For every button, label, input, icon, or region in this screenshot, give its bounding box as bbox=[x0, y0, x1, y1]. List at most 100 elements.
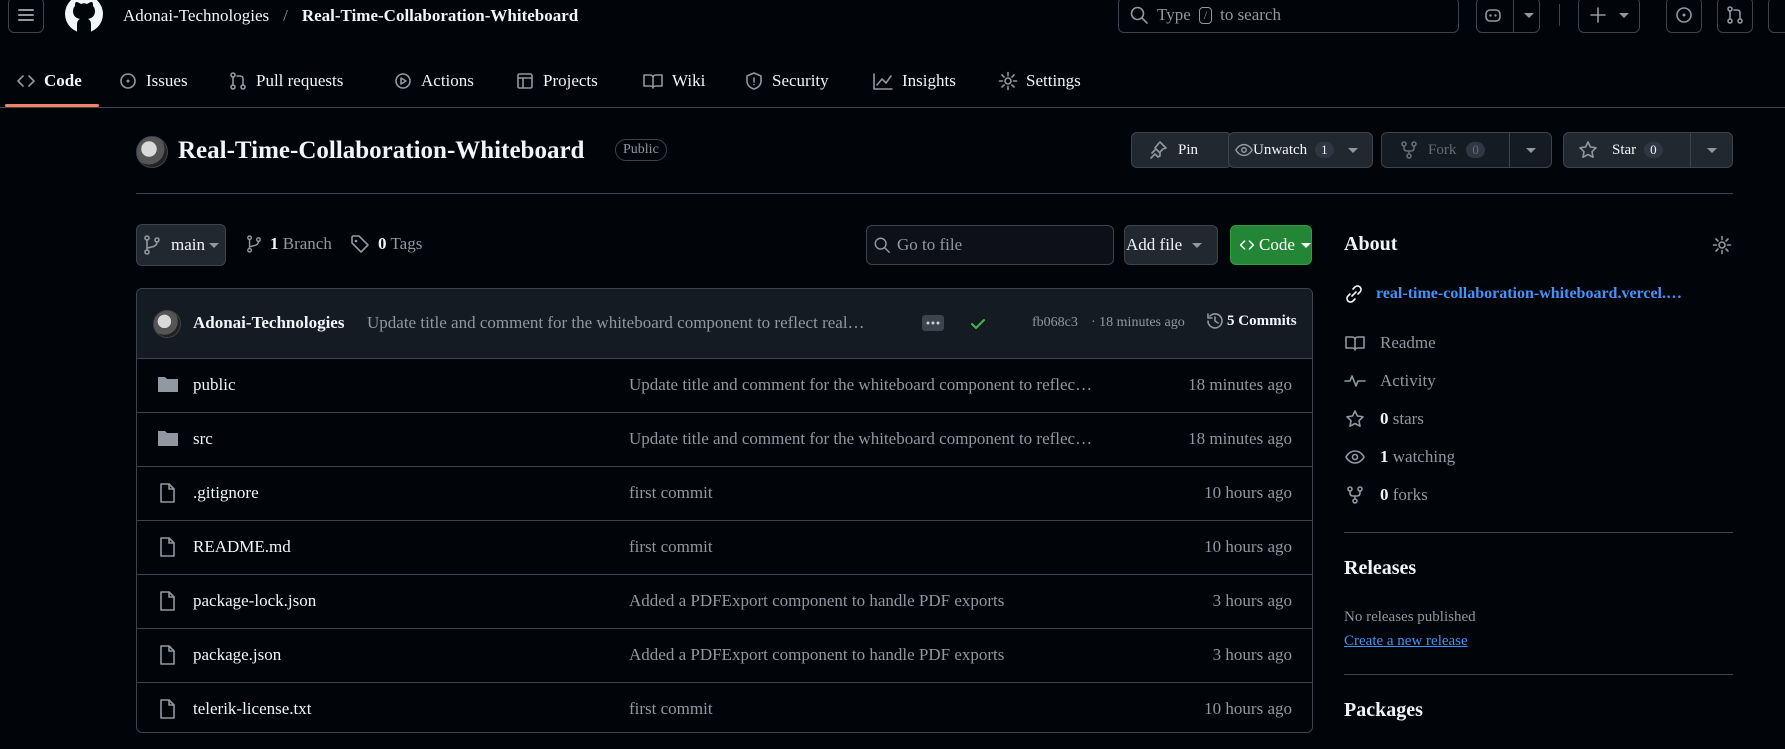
packages-heading[interactable]: Packages bbox=[1344, 699, 1423, 722]
gear-icon[interactable] bbox=[1712, 235, 1732, 255]
chevron-down-icon bbox=[1523, 12, 1534, 18]
file-name[interactable]: src bbox=[193, 429, 213, 449]
commit-author-avatar[interactable] bbox=[153, 310, 181, 338]
readme-label: Readme bbox=[1380, 333, 1436, 352]
add-file-button[interactable]: Add file bbox=[1124, 225, 1218, 265]
pull-request-icon bbox=[1727, 6, 1743, 24]
releases-heading[interactable]: Releases bbox=[1344, 557, 1416, 580]
github-logo[interactable] bbox=[64, 0, 104, 34]
watching-link[interactable]: 1 watching bbox=[1344, 447, 1455, 467]
pin-label: Pin bbox=[1178, 141, 1199, 158]
file-commit-message[interactable]: Update title and comment for the whitebo… bbox=[629, 375, 1129, 395]
fork-dropdown[interactable] bbox=[1509, 133, 1551, 167]
file-row[interactable]: src Update title and comment for the whi… bbox=[137, 413, 1312, 467]
tab-settings[interactable]: Settings bbox=[998, 66, 1081, 96]
file-name[interactable]: .gitignore bbox=[193, 483, 259, 503]
commit-sha[interactable]: fb068c3 bbox=[1032, 315, 1078, 331]
pin-button[interactable]: Pin bbox=[1131, 132, 1232, 168]
commits-history-link[interactable]: 5 Commits bbox=[1205, 311, 1297, 331]
homepage-link[interactable]: real-time-collaboration-whiteboard.verce… bbox=[1344, 284, 1682, 304]
tab-security[interactable]: Security bbox=[744, 66, 829, 96]
file-name[interactable]: package-lock.json bbox=[193, 591, 316, 611]
chevron-down-icon bbox=[1300, 242, 1311, 248]
file-commit-message[interactable]: first commit bbox=[629, 483, 1129, 503]
star-button[interactable]: Star 0 bbox=[1563, 132, 1733, 168]
breadcrumb-owner[interactable]: Adonai-Technologies bbox=[123, 6, 269, 26]
commit-message[interactable]: Update title and comment for the whitebo… bbox=[367, 313, 1047, 333]
fork-button[interactable]: Fork 0 bbox=[1381, 132, 1552, 168]
pulse-icon bbox=[1344, 375, 1366, 387]
file-commit-message[interactable]: Update title and comment for the whitebo… bbox=[629, 429, 1129, 449]
tab-issues[interactable]: Issues bbox=[118, 66, 188, 96]
tab-issues-label: Issues bbox=[146, 71, 188, 90]
create-new-button[interactable] bbox=[1578, 0, 1640, 33]
file-commit-message[interactable]: first commit bbox=[629, 699, 1129, 719]
watch-button[interactable]: Unwatch 1 bbox=[1228, 132, 1373, 168]
tags-link[interactable]: 0 Tags bbox=[350, 234, 422, 254]
commit-author[interactable]: Adonai-Technologies bbox=[193, 313, 344, 333]
activity-link[interactable]: Activity bbox=[1344, 371, 1436, 391]
owner-avatar[interactable] bbox=[136, 136, 168, 168]
sidebar-divider bbox=[1344, 674, 1733, 675]
shield-icon bbox=[746, 72, 762, 90]
file-row[interactable]: package.json Added a PDFExport component… bbox=[137, 629, 1312, 683]
file-row[interactable]: public Update title and comment for the … bbox=[137, 359, 1312, 413]
file-time: 18 minutes ago bbox=[1188, 429, 1292, 448]
search-prefix: Type bbox=[1157, 5, 1191, 24]
eye-icon bbox=[1235, 143, 1253, 157]
file-name[interactable]: public bbox=[193, 375, 236, 395]
global-search-input[interactable]: Type / to search bbox=[1118, 0, 1459, 33]
link-icon bbox=[1346, 285, 1362, 303]
branch-selector[interactable]: main bbox=[136, 224, 226, 266]
forks-label: forks bbox=[1392, 485, 1428, 504]
forks-link[interactable]: 0 forks bbox=[1344, 485, 1428, 505]
file-name[interactable]: README.md bbox=[193, 537, 291, 557]
go-to-file-input[interactable]: Go to file bbox=[866, 225, 1114, 265]
commits-count-label: 5 Commits bbox=[1227, 312, 1297, 329]
file-commit-message[interactable]: Added a PDFExport component to handle PD… bbox=[629, 591, 1129, 611]
pull-requests-button[interactable] bbox=[1717, 0, 1753, 33]
tab-code[interactable]: Code bbox=[16, 66, 82, 96]
file-commit-message[interactable]: Added a PDFExport component to handle PD… bbox=[629, 645, 1129, 665]
tab-security-label: Security bbox=[772, 71, 829, 90]
notifications-button[interactable] bbox=[1768, 0, 1785, 33]
chevron-down-icon bbox=[1192, 242, 1203, 248]
readme-link[interactable]: Readme bbox=[1344, 333, 1436, 353]
file-icon bbox=[160, 645, 175, 665]
create-release-link[interactable]: Create a new release bbox=[1344, 633, 1468, 650]
branches-count: 1 bbox=[270, 234, 279, 253]
tab-insights[interactable]: Insights bbox=[872, 66, 956, 96]
chevron-down-icon bbox=[1619, 12, 1629, 18]
check-icon[interactable] bbox=[969, 315, 987, 333]
star-dropdown[interactable] bbox=[1690, 133, 1732, 167]
tab-wiki[interactable]: Wiki bbox=[642, 66, 705, 96]
file-name[interactable]: package.json bbox=[193, 645, 281, 665]
file-commit-message[interactable]: first commit bbox=[629, 537, 1129, 557]
play-icon bbox=[395, 73, 411, 89]
watch-label: Unwatch bbox=[1253, 141, 1308, 158]
file-name[interactable]: telerik-license.txt bbox=[193, 699, 311, 719]
file-row[interactable]: README.md first commit 10 hours ago bbox=[137, 521, 1312, 575]
menu-button[interactable] bbox=[8, 0, 44, 33]
branch-icon bbox=[144, 235, 160, 255]
file-row[interactable]: .gitignore first commit 10 hours ago bbox=[137, 467, 1312, 521]
stars-link[interactable]: 0 stars bbox=[1344, 409, 1424, 429]
copilot-button[interactable] bbox=[1476, 0, 1540, 33]
branch-name: main bbox=[171, 235, 205, 254]
plus-icon bbox=[1590, 7, 1606, 23]
eye-icon bbox=[1345, 450, 1365, 464]
repo-title[interactable]: Real-Time-Collaboration-Whiteboard bbox=[178, 137, 584, 165]
file-icon bbox=[160, 591, 175, 611]
code-dropdown-button[interactable]: Code bbox=[1230, 225, 1312, 265]
tab-projects[interactable]: Projects bbox=[515, 66, 598, 96]
issues-button[interactable] bbox=[1666, 0, 1702, 33]
expand-commit-button[interactable] bbox=[922, 315, 944, 331]
star-count: 0 bbox=[1644, 142, 1663, 158]
branches-link[interactable]: 1 Branch bbox=[246, 234, 332, 254]
breadcrumb-repo[interactable]: Real-Time-Collaboration-Whiteboard bbox=[302, 6, 578, 26]
tab-pull-requests[interactable]: Pull requests bbox=[228, 66, 343, 96]
file-row[interactable]: package-lock.json Added a PDFExport comp… bbox=[137, 575, 1312, 629]
tab-actions[interactable]: Actions bbox=[393, 66, 474, 96]
file-time: 3 hours ago bbox=[1212, 645, 1292, 664]
file-row[interactable]: telerik-license.txt first commit 10 hour… bbox=[137, 683, 1312, 732]
